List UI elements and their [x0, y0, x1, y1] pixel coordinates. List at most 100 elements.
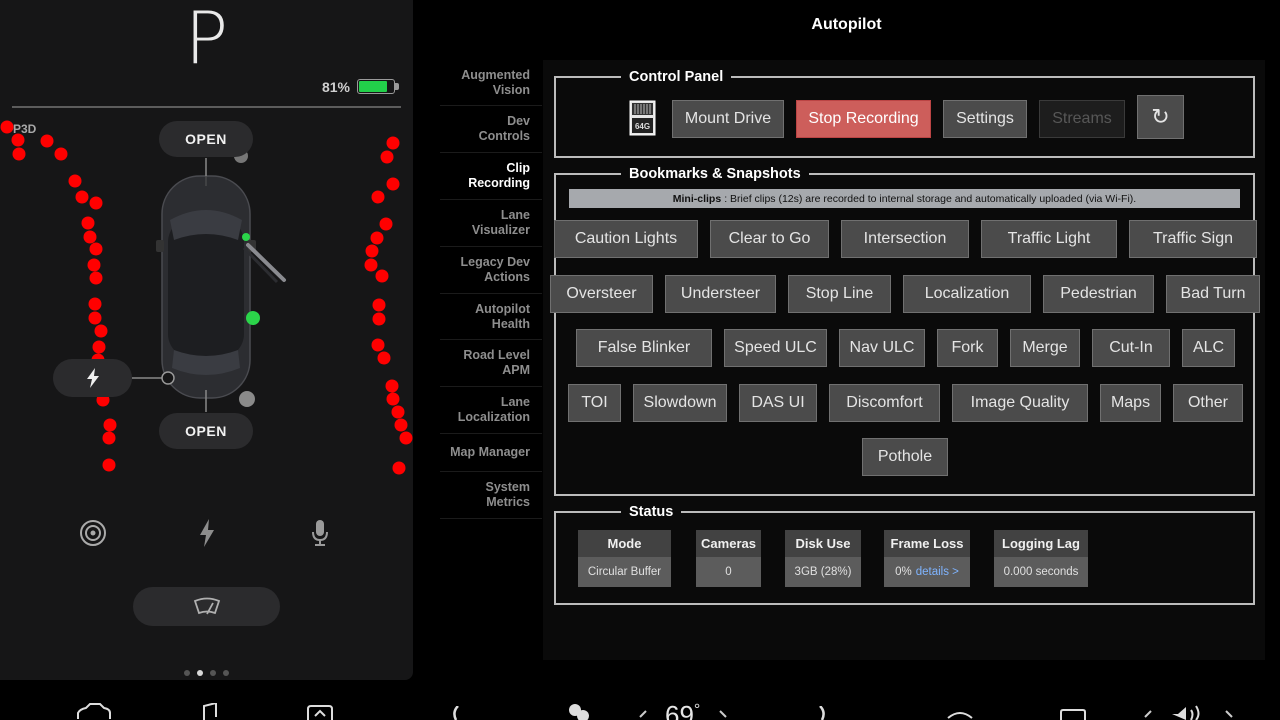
bookmark-button-slowdown[interactable]: Slowdown	[633, 384, 727, 422]
bookmark-button-traffic-sign[interactable]: Traffic Sign	[1129, 220, 1257, 258]
refresh-button[interactable]: ↻	[1137, 95, 1184, 139]
nav-item-dev-controls[interactable]: Dev Controls	[440, 106, 542, 153]
open-frunk-button[interactable]: OPEN	[159, 121, 253, 157]
bookmark-button-maps[interactable]: Maps	[1100, 384, 1161, 422]
temperature-display[interactable]: 69°	[665, 700, 700, 720]
bookmark-button-false-blinker[interactable]: False Blinker	[576, 329, 712, 367]
streams-button[interactable]: Streams	[1039, 100, 1125, 138]
bookmark-button-oversteer[interactable]: Oversteer	[550, 275, 653, 313]
nav-item-clip-recording[interactable]: Clip Recording	[440, 153, 542, 200]
status-cameras: Cameras 0	[696, 530, 761, 587]
bookmark-button-das-ui[interactable]: DAS UI	[739, 384, 817, 422]
page-dot[interactable]	[223, 670, 229, 676]
camera-button[interactable]	[76, 516, 110, 550]
bookmark-button-intersection[interactable]: Intersection	[841, 220, 969, 258]
lane-path-dot	[89, 242, 103, 256]
bookmark-button-cut-in[interactable]: Cut-In	[1092, 329, 1170, 367]
temp-down-chevron-icon[interactable]	[638, 710, 648, 720]
status-value-cell: 0	[696, 557, 761, 587]
camera-icon	[80, 520, 106, 546]
wiper-button[interactable]	[133, 587, 280, 626]
bookmark-button-merge[interactable]: Merge	[1010, 329, 1080, 367]
lane-path-dot	[371, 338, 385, 352]
power-button[interactable]	[190, 516, 224, 550]
bookmark-button-pothole[interactable]: Pothole	[862, 438, 948, 476]
mount-drive-button[interactable]: Mount Drive	[672, 100, 784, 138]
bookmark-button-image-quality[interactable]: Image Quality	[952, 384, 1088, 422]
bookmark-button-stop-line[interactable]: Stop Line	[788, 275, 891, 313]
nav-item-label: Controls	[478, 129, 530, 143]
bookmark-button-understeer[interactable]: Understeer	[665, 275, 776, 313]
nav-item-system-metrics[interactable]: System Metrics	[440, 472, 542, 519]
lane-path-dot	[103, 418, 117, 432]
volume-up-chevron-icon[interactable]	[1224, 710, 1234, 720]
bookmark-button-clear-to-go[interactable]: Clear to Go	[710, 220, 829, 258]
volume-icon[interactable]	[1170, 704, 1204, 720]
status-value-cell: Circular Buffer	[578, 557, 671, 587]
lane-path-dot	[89, 196, 103, 210]
seat-heat-icon[interactable]	[450, 706, 464, 720]
app-launcher-icon[interactable]	[306, 705, 334, 720]
bookmarks-legend: Bookmarks & Snapshots	[629, 166, 801, 182]
lane-path-dot	[94, 324, 108, 338]
page-dot[interactable]	[197, 670, 203, 676]
nav-item-augmented-vision[interactable]: Augmented Vision	[440, 60, 542, 106]
seat-heat-right-icon[interactable]	[814, 706, 828, 720]
status-header: Frame Loss	[884, 530, 970, 557]
nav-item-autopilot-health[interactable]: Autopilot Health	[440, 294, 542, 340]
bookmark-button-discomfort[interactable]: Discomfort	[829, 384, 940, 422]
bookmark-button-speed-ulc[interactable]: Speed ULC	[724, 329, 827, 367]
phone-icon[interactable]	[1060, 709, 1086, 720]
refresh-icon: ↻	[1151, 104, 1170, 129]
temp-up-chevron-icon[interactable]	[718, 710, 728, 720]
bookmark-button-nav-ulc[interactable]: Nav ULC	[839, 329, 925, 367]
volume-down-chevron-icon[interactable]	[1143, 710, 1153, 720]
defrost-icon[interactable]	[946, 710, 974, 720]
nav-item-label: Metrics	[486, 495, 530, 509]
frame-loss-details-link[interactable]: details >	[916, 566, 959, 578]
bookmark-button-traffic-light[interactable]: Traffic Light	[981, 220, 1117, 258]
bookmark-button-alc[interactable]: ALC	[1182, 329, 1235, 367]
status-header: Mode	[578, 530, 671, 557]
status-header: Disk Use	[785, 530, 861, 557]
bookmark-button-bad-turn[interactable]: Bad Turn	[1166, 275, 1260, 313]
nav-item-lane-visualizer[interactable]: Lane Visualizer	[440, 200, 542, 247]
charge-icon	[86, 368, 99, 388]
lane-path-dot	[89, 271, 103, 285]
gear-indicator: P	[184, 0, 229, 80]
voice-button[interactable]	[303, 516, 337, 550]
nav-item-lane-localization[interactable]: Lane Localization	[440, 387, 542, 434]
lane-path-dot	[394, 418, 408, 432]
status-value-cell: 0% details >	[884, 557, 970, 587]
status-header: Cameras	[696, 530, 761, 557]
page-dot[interactable]	[184, 670, 190, 676]
stop-recording-button[interactable]: Stop Recording	[796, 100, 931, 138]
lane-path-dot	[385, 379, 399, 393]
charge-port-marker	[161, 371, 175, 385]
fan-icon[interactable]	[567, 704, 591, 720]
bookmark-button-localization[interactable]: Localization	[903, 275, 1031, 313]
bookmark-button-caution-lights[interactable]: Caution Lights	[554, 220, 698, 258]
page-indicator[interactable]	[184, 670, 229, 676]
car-icon[interactable]	[76, 703, 112, 720]
lane-path-dot	[377, 351, 391, 365]
charge-port-button[interactable]	[53, 359, 132, 397]
status-frame-loss: Frame Loss 0% details >	[884, 530, 970, 587]
bookmark-button-fork[interactable]: Fork	[937, 329, 998, 367]
bookmark-button-other[interactable]: Other	[1173, 384, 1243, 422]
lane-path-dot	[88, 311, 102, 325]
bookmark-button-toi[interactable]: TOI	[568, 384, 621, 422]
nav-item-map-manager[interactable]: Map Manager	[440, 434, 542, 472]
status-mode: Mode Circular Buffer	[578, 530, 671, 587]
status-value: 3GB (28%)	[794, 566, 852, 578]
page-dot[interactable]	[210, 670, 216, 676]
open-trunk-button[interactable]: OPEN	[159, 413, 253, 449]
settings-button[interactable]: Settings	[943, 100, 1027, 138]
nav-item-legacy-dev-actions[interactable]: Legacy Dev Actions	[440, 247, 542, 294]
bookmark-button-pedestrian[interactable]: Pedestrian	[1043, 275, 1154, 313]
nav-item-road-level-apm[interactable]: Road Level APM	[440, 340, 542, 387]
music-icon[interactable]	[198, 703, 218, 720]
battery-icon	[357, 79, 395, 94]
lane-path-dot	[83, 230, 97, 244]
lane-path-dot	[380, 150, 394, 164]
